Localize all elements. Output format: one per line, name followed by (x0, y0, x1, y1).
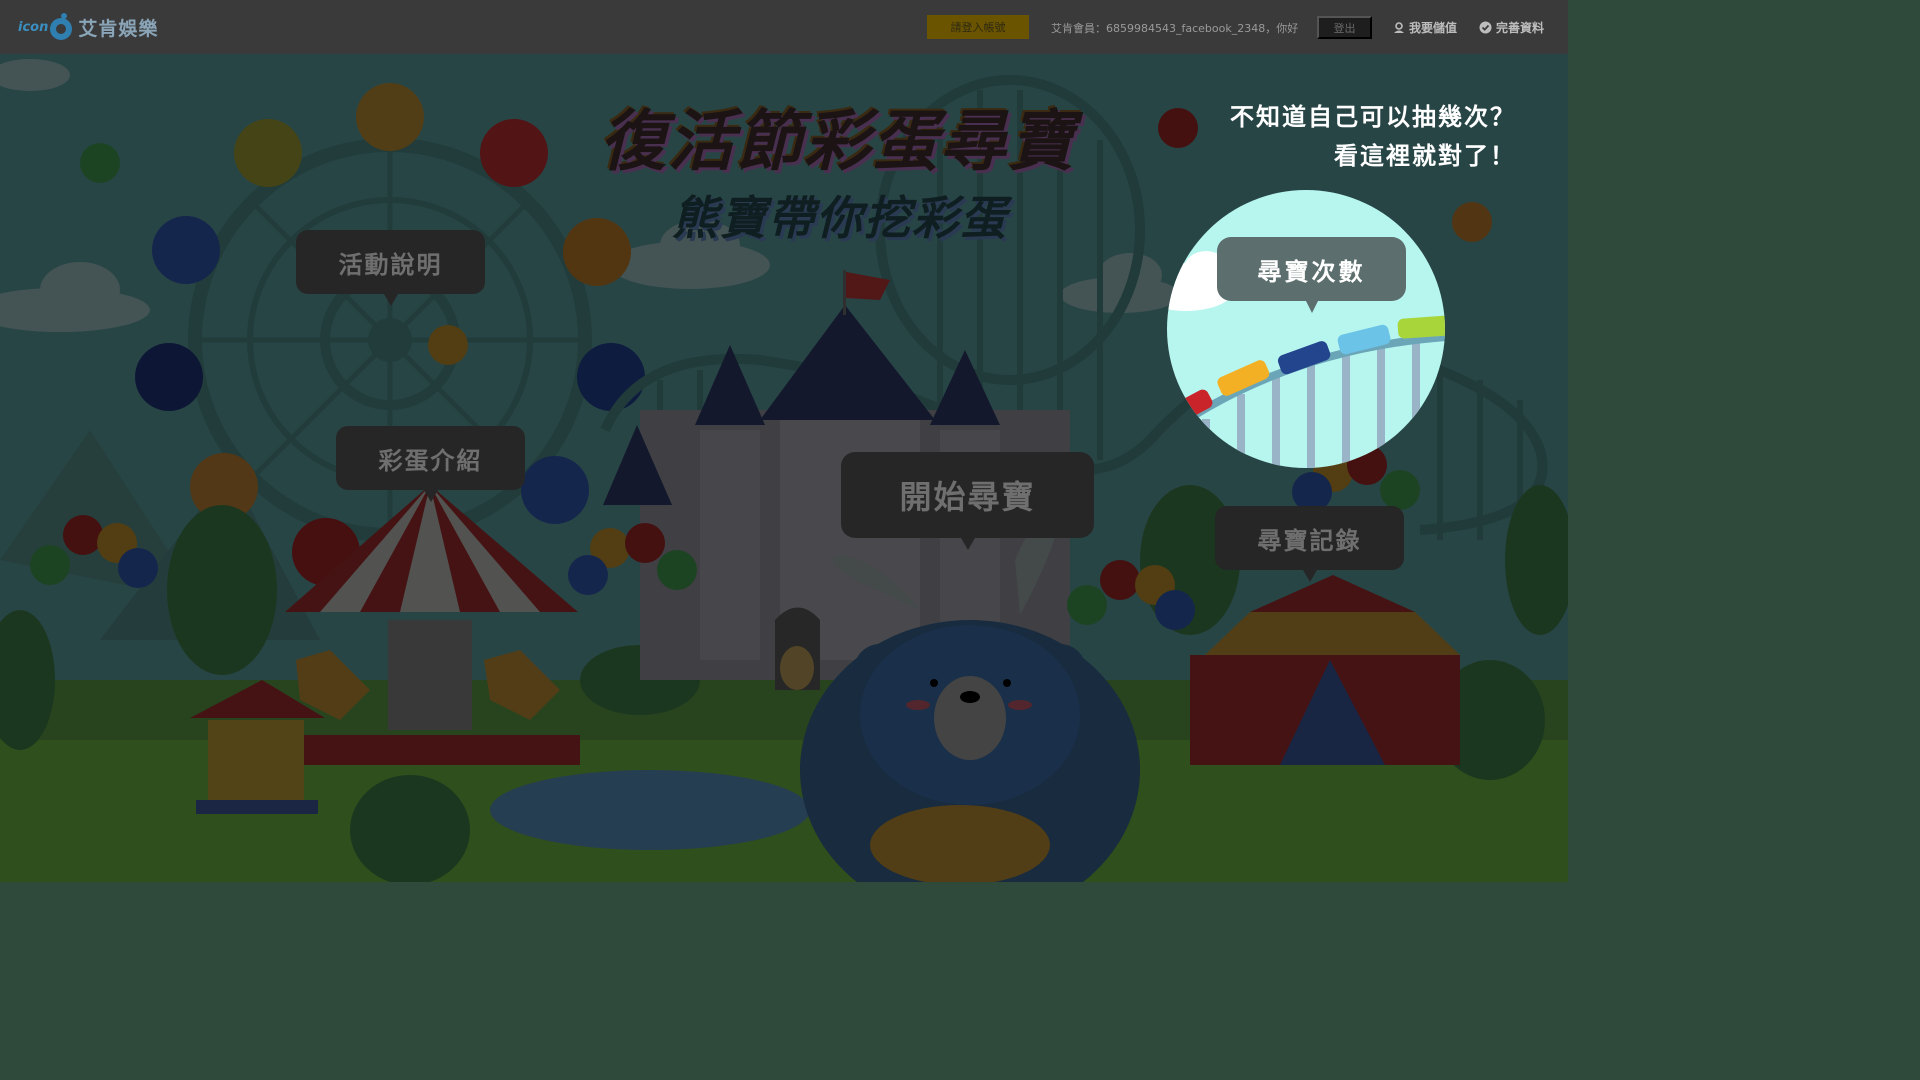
coaster-spotlight (1167, 190, 1445, 468)
logo-prefix: icon (18, 19, 49, 35)
deposit-link[interactable]: 我要儲值 (1393, 19, 1457, 36)
logo-name: 艾肯娛樂 (78, 17, 159, 40)
hunt-count-button[interactable]: 尋寶次數 (1217, 237, 1406, 313)
hint-line-2: 看這裡就對了！ (1334, 142, 1516, 170)
check-circle-icon (1479, 21, 1492, 34)
member-greeting: 艾肯會員：6859984543_facebook_2348，你好 (1051, 22, 1299, 35)
egg-intro-button[interactable]: 彩蛋介紹 (336, 426, 525, 502)
top-navigation-bar: icon 艾肯娛樂 請登入帳號 艾肯會員：6859984543_facebook… (0, 0, 1568, 54)
logout-button[interactable]: 登出 (1317, 16, 1372, 39)
event-title: 復活節彩蛋尋寶 (600, 103, 1076, 180)
site-logo[interactable]: icon 艾肯娛樂 (18, 10, 158, 44)
deposit-link-label: 我要儲值 (1409, 21, 1458, 35)
hint-text: 不知道自己可以抽幾次？ 看這裡就對了！ (1230, 98, 1516, 176)
event-subtitle: 熊寶帶你挖彩蛋 (672, 191, 1008, 245)
logo-egg-icon (50, 13, 73, 40)
intro-button[interactable]: 活動說明 (296, 230, 485, 306)
login-button[interactable]: 請登入帳號 (927, 15, 1029, 39)
profile-link[interactable]: 完善資料 (1479, 19, 1544, 36)
user-icon (1394, 21, 1404, 33)
start-hunt-button[interactable]: 開始尋寶 (841, 452, 1094, 550)
profile-link-label: 完善資料 (1496, 21, 1545, 35)
hunt-records-button[interactable]: 尋寶記錄 (1215, 506, 1404, 582)
hint-line-1: 不知道自己可以抽幾次？ (1230, 103, 1516, 131)
